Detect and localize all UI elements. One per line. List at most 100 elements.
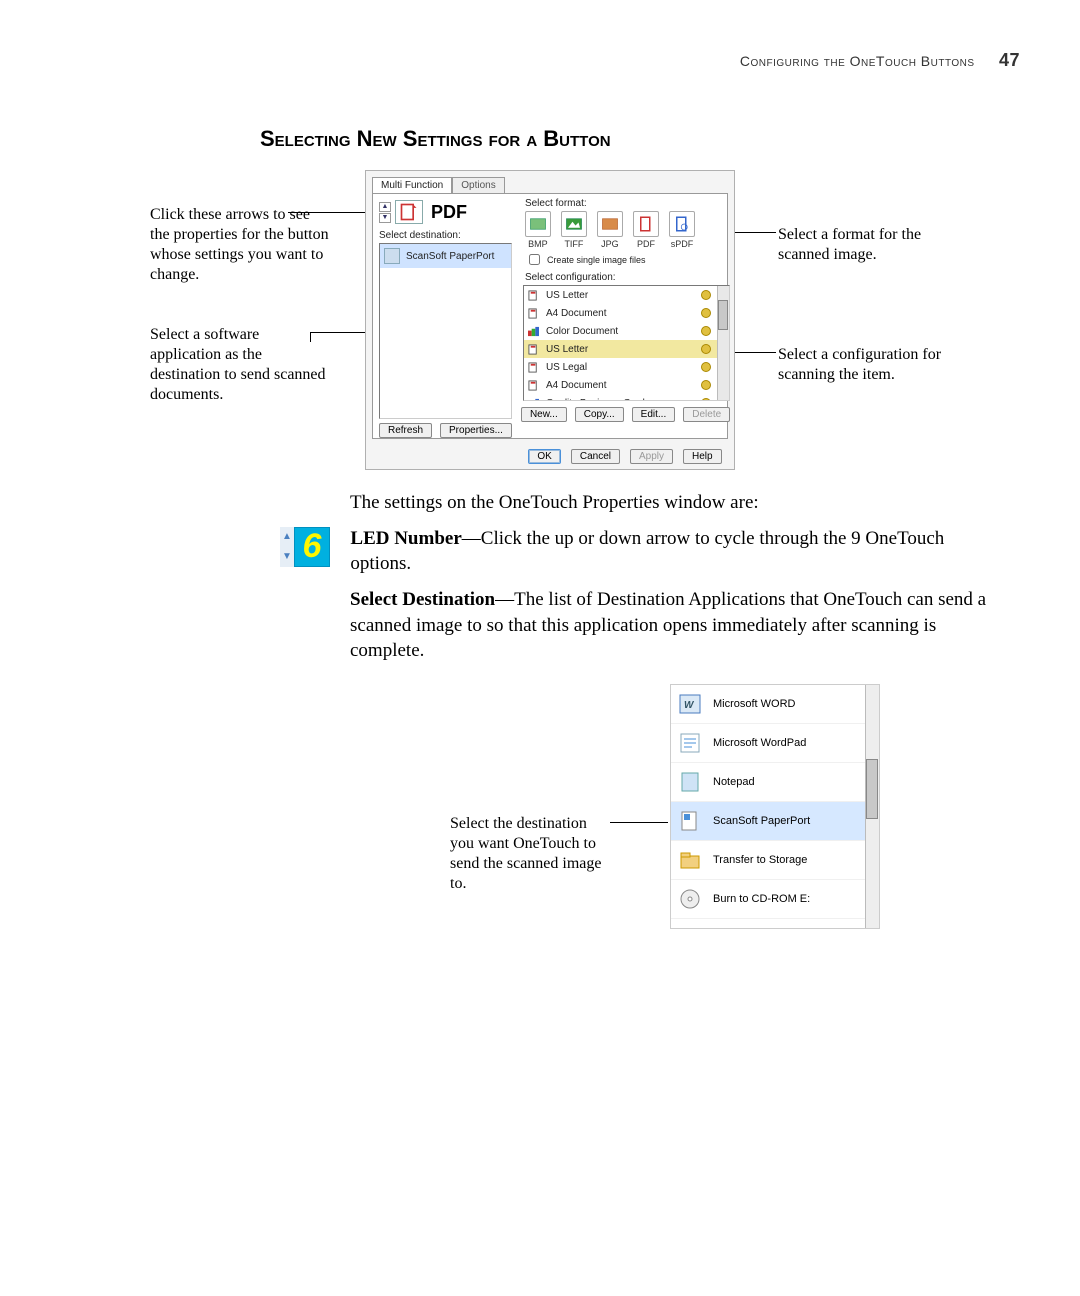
- right-buttons: New... Copy... Edit... Delete: [519, 403, 736, 422]
- running-title: Configuring the OneTouch Buttons: [740, 53, 975, 69]
- pdf-format-icon: [633, 211, 659, 237]
- ok-button[interactable]: OK: [528, 449, 560, 464]
- page-color-icon: [528, 325, 540, 337]
- page-bw-icon: [528, 361, 540, 373]
- config-item[interactable]: US Legal: [524, 358, 729, 376]
- scroll-thumb[interactable]: [866, 759, 878, 819]
- led-spinner[interactable]: ▲ ▼: [379, 202, 391, 223]
- format-spdf[interactable]: sPDF: [669, 211, 695, 249]
- config-list[interactable]: US Letter A4 Document Color Document US …: [523, 285, 730, 401]
- pdf-label: PDF: [431, 202, 467, 223]
- format-label: TIFF: [564, 239, 583, 249]
- config-item[interactable]: Quality Business Card: [524, 394, 729, 401]
- section-title: Selecting New Settings for a Button: [260, 126, 1020, 152]
- status-icon: [701, 398, 711, 401]
- dialog-bottom-buttons: OK Cancel Apply Help: [366, 445, 734, 470]
- page-bw-icon: [528, 379, 540, 391]
- callout-config: Select a configuration for scanning the …: [778, 345, 968, 385]
- format-tiff[interactable]: TIFF: [561, 211, 587, 249]
- callout-destination: Select a software application as the des…: [150, 325, 330, 405]
- list-item[interactable]: Notepad: [671, 763, 879, 802]
- svg-text:W: W: [684, 700, 695, 711]
- wordpad-icon: [677, 730, 703, 756]
- intro-text: The settings on the OneTouch Properties …: [350, 490, 990, 516]
- page-bw-icon: [528, 343, 540, 355]
- jpg-icon: [597, 211, 623, 237]
- arrow-down-icon[interactable]: ▼: [379, 213, 391, 223]
- led-bold: LED Number: [350, 528, 461, 549]
- config-item[interactable]: A4 Document: [524, 376, 729, 394]
- word-icon: W: [677, 691, 703, 717]
- line: [310, 332, 311, 342]
- led-digit: 6: [294, 527, 330, 567]
- line: [610, 822, 668, 823]
- format-label: sPDF: [671, 239, 694, 249]
- destination-list[interactable]: ScanSoft PaperPort: [379, 243, 512, 419]
- figure-properties-dialog: Click these arrows to see the properties…: [60, 170, 1020, 480]
- single-image-label: Create single image files: [547, 255, 646, 265]
- apply-button[interactable]: Apply: [630, 449, 673, 464]
- format-pdf[interactable]: PDF: [633, 211, 659, 249]
- delete-button[interactable]: Delete: [683, 407, 730, 422]
- config-item[interactable]: US Letter: [524, 286, 729, 304]
- new-button[interactable]: New...: [521, 407, 567, 422]
- list-item-label: ScanSoft PaperPort: [713, 815, 810, 827]
- onetouch-properties-dialog: Multi Function Options ▲ ▼ PDF: [365, 170, 735, 470]
- single-image-checkbox-row: Create single image files: [519, 249, 736, 272]
- select-format-label: Select format:: [519, 194, 736, 211]
- tab-pane: ▲ ▼ PDF Select destination: ScanSoft Pap…: [372, 193, 728, 439]
- list-item[interactable]: Transfer to Storage: [671, 841, 879, 880]
- destination-item[interactable]: ScanSoft PaperPort: [380, 244, 511, 268]
- right-column: Select format: BMP TIFF JPG: [519, 194, 736, 438]
- led-spinner-row: ▲ ▼ PDF: [373, 194, 518, 230]
- status-icon: [701, 308, 711, 318]
- list-item-label: Microsoft WORD: [713, 698, 796, 710]
- pdf-icon: [395, 200, 423, 224]
- tab-options[interactable]: Options: [452, 177, 504, 193]
- line: [732, 232, 776, 233]
- format-label: PDF: [637, 239, 655, 249]
- edit-button[interactable]: Edit...: [632, 407, 676, 422]
- list-item[interactable]: Burn to CD-ROM E:: [671, 880, 879, 919]
- config-label: A4 Document: [546, 308, 607, 319]
- scroll-thumb[interactable]: [718, 300, 728, 330]
- spdf-icon: [669, 211, 695, 237]
- list-item[interactable]: Microsoft WordPad: [671, 724, 879, 763]
- paperport-icon: [677, 808, 703, 834]
- config-label: US Letter: [546, 290, 588, 301]
- single-image-checkbox[interactable]: [529, 254, 540, 265]
- cancel-button[interactable]: Cancel: [571, 449, 620, 464]
- page-bw-icon: [528, 307, 540, 319]
- help-button[interactable]: Help: [683, 449, 722, 464]
- list-item-label: Microsoft WordPad: [713, 737, 806, 749]
- list-item-label: Transfer to Storage: [713, 854, 807, 866]
- tab-multifunction[interactable]: Multi Function: [372, 177, 452, 193]
- config-item[interactable]: Color Document: [524, 322, 729, 340]
- config-item[interactable]: A4 Document: [524, 304, 729, 322]
- destination-listbox[interactable]: W Microsoft WORD Microsoft WordPad Notep…: [670, 684, 880, 929]
- status-icon: [701, 344, 711, 354]
- cdrom-icon: [677, 886, 703, 912]
- scrollbar[interactable]: [865, 685, 879, 928]
- arrow-up-icon[interactable]: ▲: [379, 202, 391, 212]
- tabs: Multi Function Options: [366, 171, 734, 193]
- properties-button[interactable]: Properties...: [440, 423, 512, 438]
- storage-icon: [677, 847, 703, 873]
- arrow-up-icon: ▲: [280, 527, 294, 547]
- format-bmp[interactable]: BMP: [525, 211, 551, 249]
- config-item-selected[interactable]: US Letter: [524, 340, 729, 358]
- format-icons: BMP TIFF JPG PDF: [519, 211, 736, 249]
- scrollbar[interactable]: [717, 286, 729, 400]
- list-item-selected[interactable]: ScanSoft PaperPort: [671, 802, 879, 841]
- arrow-down-icon: ▼: [280, 547, 294, 567]
- notepad-icon: [677, 769, 703, 795]
- format-label: BMP: [528, 239, 548, 249]
- list-item-label: Notepad: [713, 776, 755, 788]
- copy-button[interactable]: Copy...: [575, 407, 624, 422]
- config-label: Color Document: [546, 326, 618, 337]
- select-config-label: Select configuration:: [519, 272, 736, 285]
- refresh-button[interactable]: Refresh: [379, 423, 432, 438]
- list-item[interactable]: W Microsoft WORD: [671, 685, 879, 724]
- format-jpg[interactable]: JPG: [597, 211, 623, 249]
- bmp-icon: [525, 211, 551, 237]
